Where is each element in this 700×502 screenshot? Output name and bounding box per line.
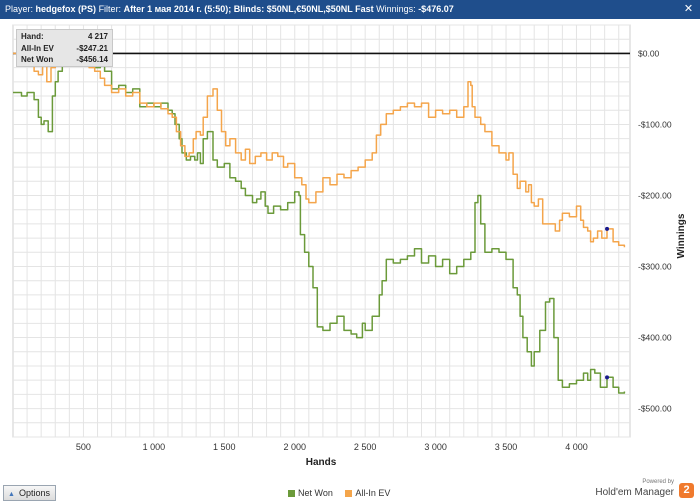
legend-label-all-in-ev: All-In EV: [355, 488, 391, 498]
brand-logo: Powered by Hold'em Manager 2: [590, 479, 694, 501]
info-label: Net Won: [21, 55, 54, 64]
y-tick-label: -$400.00: [638, 333, 672, 343]
x-tick-label: 2 500: [354, 442, 377, 452]
plot-area-border: [12, 24, 631, 438]
winnings-value: -$476.07: [418, 4, 454, 14]
hover-info-box: Hand: 4 217 All-In EV -$247.21 Net Won -…: [16, 29, 113, 67]
x-tick-label: 1 000: [143, 442, 166, 452]
chart-hover-markers: [605, 226, 610, 380]
legend-label-net-won: Net Won: [298, 488, 333, 498]
x-tick-label: 3 000: [424, 442, 447, 452]
y-tick-label: -$300.00: [638, 262, 672, 272]
info-value: 4 217: [87, 32, 108, 41]
y-tick-label: -$500.00: [638, 404, 672, 414]
winnings-chart[interactable]: 500 1 000 1 500 2 000 2 500 3 000 3 500 4 000 $0…: [0, 19, 700, 479]
y-axis-label: Winnings: [676, 213, 687, 258]
info-value: -$456.14: [76, 55, 108, 64]
window-titlebar: Player: hedgefox (PS) Filter: After 1 ма…: [0, 0, 700, 19]
info-value: -$247.21: [76, 43, 108, 53]
bottom-bar: ▲ Options Net Won All-In EV Powered by Ho…: [0, 479, 700, 502]
info-label: All-In EV: [21, 43, 54, 53]
info-label: Hand:: [21, 32, 44, 41]
legend-item-all-in-ev[interactable]: All-In EV: [345, 488, 390, 498]
chart-canvas[interactable]: 500 1 000 1 500 2 000 2 500 3 000 3 500 4 000 $0…: [0, 19, 700, 479]
x-tick-label: 2 000: [283, 442, 306, 452]
y-tick-label: -$200.00: [638, 190, 672, 200]
info-row-net-won: Net Won -$456.14: [21, 54, 108, 66]
hm2-logo-icon: 2: [679, 483, 694, 498]
hover-point-net-won: [605, 375, 610, 380]
x-tick-label: 1 500: [213, 442, 236, 452]
triangle-up-icon: ▲: [8, 491, 15, 498]
options-button[interactable]: ▲ Options: [3, 485, 56, 501]
player-label: Player:: [5, 4, 34, 14]
winnings-label: Winnings:: [376, 4, 416, 14]
x-tick-label: 500: [76, 442, 91, 452]
player-name: hedgefox (PS): [35, 4, 97, 14]
close-icon[interactable]: ✕: [682, 3, 695, 16]
options-label: Options: [18, 488, 50, 498]
legend-swatch-all-in-ev: [345, 489, 353, 497]
x-tick-label: 3 500: [495, 442, 518, 452]
info-row-all-in-ev: All-In EV -$247.21: [21, 43, 108, 55]
chart-grid: [12, 24, 631, 438]
y-tick-label: $0.00: [638, 48, 660, 58]
x-tick-label: 4 000: [565, 442, 588, 452]
legend-item-net-won[interactable]: Net Won: [288, 488, 333, 498]
hover-point-all-in-ev: [605, 226, 610, 231]
brand-name: Hold'em Manager: [595, 487, 674, 498]
x-axis-label: Hands: [306, 457, 337, 468]
filter-value: After 1 мая 2014 г. (5:50); Blinds: $50N…: [123, 4, 374, 14]
info-row-hand: Hand: 4 217: [21, 31, 108, 43]
powered-by-text: Powered by: [642, 479, 674, 485]
legend-swatch-net-won: [288, 489, 295, 497]
filter-label: Filter:: [98, 4, 122, 14]
chart-series: [13, 29, 626, 394]
y-tick-label: -$100.00: [638, 119, 672, 129]
chart-legend: Net Won All-In EV: [288, 488, 400, 499]
